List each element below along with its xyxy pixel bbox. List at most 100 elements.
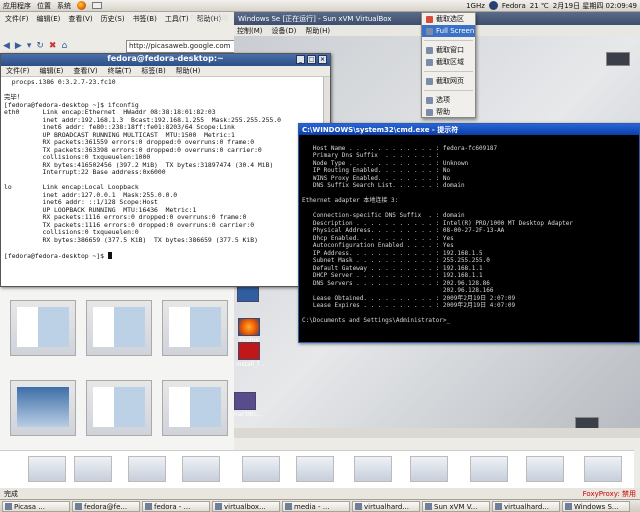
- taskbar-button[interactable]: Windows S...: [562, 501, 630, 512]
- folder-icon: [145, 503, 152, 510]
- taskbar-button[interactable]: fedora - ...: [142, 501, 210, 512]
- terminal-menu-item-3[interactable]: 终端(T): [108, 66, 132, 76]
- taskbar-button[interactable]: Picasa ...: [2, 501, 70, 512]
- screenshot-menu-item[interactable]: 选项: [422, 94, 475, 106]
- terminal-menu-item-5[interactable]: 帮助(H): [176, 66, 201, 76]
- menu-separator: [424, 71, 473, 72]
- dropdown-icon[interactable]: ▾: [27, 41, 32, 51]
- cmd-line: [302, 190, 636, 198]
- virtualbox-menu-item-2[interactable]: 帮助(H): [305, 26, 330, 36]
- taskbar-button[interactable]: fedora@fe...: [72, 501, 140, 512]
- filmstrip-thumb[interactable]: [296, 456, 334, 482]
- applications-menu[interactable]: 应用程序: [3, 1, 31, 11]
- screenshot-menu-item[interactable]: 帮助: [422, 106, 475, 118]
- vm-desktop-icon-rar[interactable]: vrar38ic...: [232, 392, 262, 418]
- cmd-line: IP Address. . . . . . . . . . . . : 192.…: [302, 249, 483, 257]
- options-icon: [426, 96, 433, 104]
- filmstrip-thumb[interactable]: [354, 456, 392, 482]
- terminal-menu-item-2[interactable]: 查看(V): [73, 66, 97, 76]
- album-thumbnail[interactable]: [86, 300, 152, 356]
- filmstrip-thumb[interactable]: [128, 456, 166, 482]
- taskbar-button[interactable]: virtualhard...: [492, 501, 560, 512]
- screenshot-menu-label: 截取网页: [436, 77, 464, 85]
- terminal-line: procps.i386 0:3.2.7-23.fc10: [4, 78, 116, 86]
- screenshot-menu-item[interactable]: 截取窗口: [422, 44, 475, 56]
- cmd-titlebar[interactable]: C:\WINDOWS\system32\cmd.exe - 提示符: [299, 124, 639, 135]
- album-thumbnail[interactable]: [162, 300, 228, 356]
- screenshot-menu-item[interactable]: 截取选区: [422, 13, 475, 25]
- menu-separator: [424, 90, 473, 91]
- virtualbox-icon: [565, 503, 572, 510]
- scissors-icon: [426, 15, 433, 23]
- clock[interactable]: 2月19日 星期四 02:09:49: [553, 1, 637, 11]
- firefox-menu-item-0[interactable]: 文件(F): [5, 14, 29, 24]
- terminal-menu-item-1[interactable]: 编辑(E): [40, 66, 64, 76]
- taskbar-button[interactable]: media - ...: [282, 501, 350, 512]
- terminal-menu-item-4[interactable]: 标签(B): [141, 66, 165, 76]
- weather[interactable]: 21 ℃: [530, 2, 549, 10]
- album-thumbnail[interactable]: [162, 380, 228, 436]
- filmstrip-thumb[interactable]: [584, 456, 622, 482]
- cmd-line: Physical Address. . . . . . . . . : 08-0…: [302, 227, 505, 234]
- album-thumbnail[interactable]: [10, 300, 76, 356]
- screenshot-menu-item[interactable]: 截取网页: [422, 75, 475, 87]
- taskbar-button[interactable]: Sun xVM V...: [422, 501, 490, 512]
- firefox-menu-item-2[interactable]: 查看(V): [68, 14, 92, 24]
- album-thumbnail[interactable]: [10, 380, 76, 436]
- cmd-line: Description . . . . . . . . . . . : Inte…: [302, 219, 573, 227]
- taskbar-label: Picasa ...: [14, 502, 45, 511]
- foxyproxy-status[interactable]: FoxyProxy: 禁用: [583, 489, 636, 499]
- taskbar-label: virtualhard...: [364, 502, 409, 511]
- cpu-frequency[interactable]: 1GHz: [466, 2, 485, 10]
- filmstrip-thumb[interactable]: [28, 456, 66, 482]
- terminal-output[interactable]: procps.i386 0:3.2.7-23.fc10 完毕！ [fedora@f…: [1, 77, 330, 287]
- firefox-menu-item-4[interactable]: 书签(B): [133, 14, 157, 24]
- taskbar-button[interactable]: virtualhard...: [352, 501, 420, 512]
- mail-launcher-icon[interactable]: [92, 2, 102, 9]
- cmd-line: Lease Expires . . . . . . . . . . : 2009…: [302, 302, 516, 309]
- back-icon[interactable]: ◀: [3, 41, 10, 51]
- filmstrip-thumb[interactable]: [242, 456, 280, 482]
- status-text: 完成: [4, 490, 18, 498]
- album-thumbnail[interactable]: [86, 380, 152, 436]
- firefox-launcher-icon[interactable]: [77, 1, 86, 10]
- system-menu[interactable]: 系统: [57, 1, 71, 11]
- stop-icon[interactable]: ✖: [49, 41, 57, 51]
- filmstrip-thumb[interactable]: [74, 456, 112, 482]
- virtualbox-menu-item-0[interactable]: 控制(M): [237, 26, 263, 36]
- firefox-menu-item-5[interactable]: 工具(T): [165, 14, 189, 24]
- firefox-menu-item-3[interactable]: 历史(S): [101, 14, 125, 24]
- filmstrip-thumb[interactable]: [410, 456, 448, 482]
- screenshot-menu-label: 帮助: [436, 108, 450, 116]
- taskbar-label: Sun xVM V...: [434, 502, 478, 511]
- firefox-menu-item-1[interactable]: 编辑(E): [37, 14, 61, 24]
- places-menu[interactable]: 位置: [37, 1, 51, 11]
- filmstrip-thumb[interactable]: [526, 456, 564, 482]
- url-field[interactable]: http://picasaweb.google.com: [126, 40, 236, 53]
- maximize-icon[interactable]: □: [307, 55, 316, 64]
- cmd-line: Dhcp Enabled. . . . . . . . . . . : Yes: [302, 234, 454, 242]
- close-icon[interactable]: ×: [318, 55, 327, 64]
- screenshot-menu-item[interactable]: Full Screen: [422, 25, 475, 37]
- webpage-icon: [426, 77, 433, 85]
- terminal-titlebar[interactable]: fedora@fedora-desktop:~ _ □ ×: [1, 54, 330, 66]
- forward-icon[interactable]: ▶: [15, 41, 22, 51]
- minimize-icon[interactable]: _: [296, 55, 305, 64]
- filmstrip-thumb[interactable]: [470, 456, 508, 482]
- reload-icon[interactable]: ↻: [36, 41, 44, 51]
- cmd-output[interactable]: Host Name . . . . . . . . . . . . : fedo…: [299, 135, 639, 342]
- terminal-window[interactable]: fedora@fedora-desktop:~ _ □ × 文件(F) 编辑(E)…: [0, 53, 331, 287]
- filmstrip-thumb[interactable]: [182, 456, 220, 482]
- folder-icon: [495, 503, 502, 510]
- home-icon[interactable]: ⌂: [61, 41, 67, 51]
- cmd-line: Ethernet adapter 本地连接 3:: [302, 197, 399, 204]
- picasa-tab-title[interactable]: Picasa 网络: [190, 13, 228, 23]
- user-switcher[interactable]: Fedora: [502, 2, 526, 10]
- taskbar-button[interactable]: virtualbox...: [212, 501, 280, 512]
- cmd-window[interactable]: C:\WINDOWS\system32\cmd.exe - 提示符 Host N…: [298, 123, 640, 343]
- screenshot-menu-item[interactable]: 截取区域: [422, 56, 475, 68]
- terminal-menu-item-0[interactable]: 文件(F): [6, 66, 30, 76]
- vm-desktop-icon-install[interactable]: install_f...: [236, 342, 264, 368]
- virtualbox-menu-item-1[interactable]: 设备(D): [272, 26, 297, 36]
